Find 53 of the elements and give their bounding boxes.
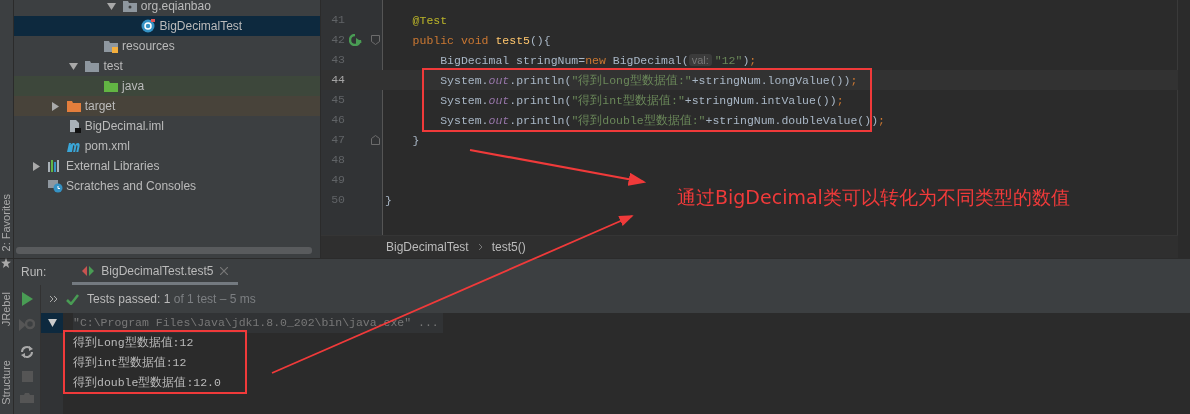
rerun-icon[interactable] xyxy=(20,344,34,360)
double-chevron-icon[interactable] xyxy=(49,295,58,303)
play-icon[interactable] xyxy=(21,292,33,306)
expand-toggle-icon[interactable] xyxy=(106,1,116,11)
tree-item[interactable]: resources xyxy=(14,36,320,56)
resources-folder-icon xyxy=(103,39,120,53)
code-line: BigDecimal stringNum=new BigDecimal( val: "12"); xyxy=(439,53,757,67)
console-line: 得到Long型数据值:12 xyxy=(73,335,195,351)
expand-toggle-icon[interactable] xyxy=(47,319,57,327)
checkmark-icon xyxy=(66,293,79,305)
code-line: } xyxy=(385,193,392,207)
console-line: 得到double型数据值:12.0 xyxy=(73,375,222,391)
tree-item[interactable]: java xyxy=(14,76,320,96)
code-line: public void test5(){ xyxy=(411,33,551,47)
chevron-icon xyxy=(477,243,483,251)
scrollbar[interactable] xyxy=(16,247,312,254)
line-number: 44 xyxy=(330,72,345,88)
panel-label: Run: xyxy=(21,265,47,279)
code-line: System.out.println("得到Long型数据值:"+stringNum.longValue()); xyxy=(439,72,858,88)
expand-toggle-icon[interactable] xyxy=(32,161,41,171)
tree-item[interactable]: test xyxy=(14,56,320,76)
tree-item[interactable]: BigDecimal.iml xyxy=(14,116,320,136)
folder-icon xyxy=(65,99,82,113)
run-tab[interactable]: BigDecimalTest.test5 xyxy=(72,259,239,285)
breadcrumb[interactable]: test5() xyxy=(491,240,526,254)
fold-marker-icon[interactable] xyxy=(370,35,380,45)
folder-icon xyxy=(84,59,101,73)
tree-item[interactable]: BigDecimalTest xyxy=(14,16,320,36)
code-line: @Test xyxy=(411,13,448,27)
tool-window-label[interactable]: 2: Favorites xyxy=(0,194,12,252)
fold-marker-icon[interactable] xyxy=(370,135,380,145)
code-line: System.out.println("得到int型数据值:"+stringNum.intValue()); xyxy=(439,92,844,108)
console-line: 得到int型数据值:12 xyxy=(73,355,188,371)
tree-item[interactable]: External Libraries xyxy=(14,156,320,176)
scratches-icon xyxy=(47,179,63,193)
run-test-icon[interactable] xyxy=(349,34,363,46)
tool-window-label[interactable]: Structure xyxy=(0,360,12,405)
tree-item[interactable]: Scratches and Consoles xyxy=(14,176,320,196)
folder-icon xyxy=(103,79,120,93)
star-icon xyxy=(1,258,11,268)
run-config-icon xyxy=(82,265,95,276)
code-line: } xyxy=(411,133,420,147)
tree-item[interactable]: target xyxy=(14,96,320,116)
breadcrumb[interactable]: BigDecimalTest xyxy=(386,240,469,254)
close-icon[interactable] xyxy=(220,266,229,275)
tree-item[interactable]: org.eqianbao xyxy=(14,0,320,16)
expand-toggle-icon[interactable] xyxy=(69,61,79,71)
test-status: Tests passed: 1 of 1 test – 5 ms xyxy=(87,292,256,306)
expand-toggle-icon[interactable] xyxy=(50,101,60,111)
tree-item[interactable]: pom.xml xyxy=(14,136,320,156)
annotation-text: 通过BigDecimal类可以转化为不同类型的数值 xyxy=(677,185,1070,210)
tool-window-label[interactable]: JRebel xyxy=(0,292,12,327)
class-icon xyxy=(140,19,157,33)
